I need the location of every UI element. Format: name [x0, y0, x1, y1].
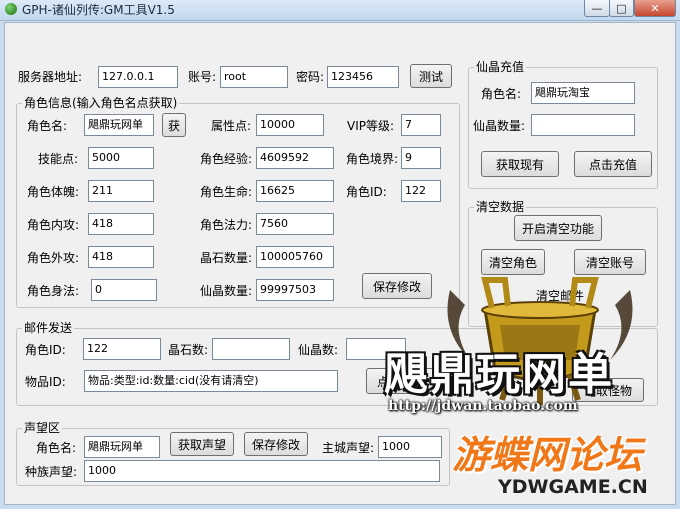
physique-label: 角色体魄:	[27, 185, 80, 199]
role-realm-input[interactable]: 9	[401, 147, 441, 169]
fetch-reputation-button[interactable]: 获取声望	[170, 432, 234, 456]
get-role-button[interactable]: 获	[162, 113, 186, 137]
role-exp-input[interactable]: 4609592	[256, 147, 334, 169]
xianjing-count-label: 仙晶数量:	[200, 284, 253, 298]
mail-group-title: 邮件发送	[22, 321, 75, 335]
recharge-button[interactable]: 点击充值	[574, 151, 652, 177]
url-watermark: http://jdwan.taobao.com	[388, 398, 578, 414]
xianjing-count-input[interactable]: 99997503	[256, 279, 334, 301]
clear-data-group-title: 清空数据	[474, 200, 527, 214]
minimize-button[interactable]: —	[584, 0, 610, 17]
physique-input[interactable]: 211	[88, 180, 154, 202]
mail-role-id-input[interactable]: 122	[83, 338, 161, 360]
role-mana-label: 角色法力:	[200, 218, 253, 232]
test-button[interactable]: 测试	[410, 64, 452, 88]
window-title: GPH-诸仙列传:GM工具V1.5	[22, 3, 175, 17]
role-info-group-title: 角色信息(输入角色名点获取)	[22, 96, 180, 110]
password-label: 密码:	[296, 70, 325, 84]
skill-points-input[interactable]: 5000	[88, 147, 154, 169]
maximize-button[interactable]: □	[609, 0, 634, 17]
recharge-amount-input[interactable]	[531, 114, 635, 136]
inner-attack-input[interactable]: 418	[88, 213, 154, 235]
role-realm-label: 角色境界:	[346, 152, 399, 166]
mail-crystal-label: 晶石数:	[168, 343, 209, 357]
mail-item-id-label: 物品ID:	[25, 375, 66, 389]
save-reputation-button[interactable]: 保存修改	[244, 432, 308, 456]
outer-attack-label: 角色外攻:	[27, 251, 80, 265]
fetch-xianjing-button[interactable]: 获取现有	[481, 151, 559, 177]
recharge-role-name-input[interactable]: 飓鼎玩淘宝	[531, 82, 635, 104]
reputation-role-name-input[interactable]: 飓鼎玩网单	[84, 436, 160, 458]
attribute-points-label: 属性点:	[211, 119, 252, 133]
outer-attack-input[interactable]: 418	[88, 246, 154, 268]
crystal-count-input[interactable]: 100005760	[256, 246, 334, 268]
mail-item-id-input[interactable]: 物品:类型:id:数量:cid(没有请清空)	[84, 370, 338, 392]
role-hp-input[interactable]: 16625	[256, 180, 334, 202]
city-reputation-label: 主城声望:	[322, 441, 375, 455]
role-hp-label: 角色生命:	[200, 185, 253, 199]
vip-level-input[interactable]: 7	[401, 114, 441, 136]
recharge-group-title: 仙晶充值	[474, 60, 527, 74]
brand-watermark: 飓鼎玩网单	[384, 349, 614, 400]
account-label: 账号:	[188, 70, 217, 84]
agility-label: 角色身法:	[27, 284, 80, 298]
race-reputation-input[interactable]: 1000	[84, 460, 440, 482]
forum-watermark: 游蝶网论坛	[452, 433, 643, 477]
role-exp-label: 角色经验:	[200, 152, 253, 166]
attribute-points-input[interactable]: 10000	[256, 114, 324, 136]
role-name-input[interactable]: 飓鼎玩网单	[84, 114, 154, 136]
reputation-role-name-label: 角色名:	[36, 441, 77, 455]
recharge-role-name-label: 角色名:	[481, 87, 522, 101]
role-id-input[interactable]: 122	[401, 180, 441, 202]
inner-attack-label: 角色内攻:	[27, 218, 80, 232]
server-address-input[interactable]: 127.0.0.1	[98, 66, 178, 88]
account-input[interactable]: root	[220, 66, 288, 88]
city-reputation-input[interactable]: 1000	[378, 436, 442, 458]
mail-role-id-label: 角色ID:	[25, 343, 66, 357]
skill-points-label: 技能点:	[38, 152, 79, 166]
role-id-label: 角色ID:	[346, 185, 387, 199]
race-reputation-label: 种族声望:	[25, 465, 78, 479]
mail-xianjing-label: 仙晶数:	[298, 343, 339, 357]
close-button[interactable]: ✕	[634, 0, 676, 17]
role-name-label: 角色名:	[27, 119, 68, 133]
save-role-button[interactable]: 保存修改	[362, 273, 432, 299]
enable-clear-button[interactable]: 开启清空功能	[514, 215, 602, 241]
reputation-group-title: 声望区	[22, 421, 63, 435]
site-watermark: YDWGAME.CN	[498, 476, 648, 498]
mail-crystal-input[interactable]	[212, 338, 290, 360]
crystal-count-label: 晶石数量:	[200, 251, 253, 265]
app-icon	[5, 3, 17, 15]
agility-input[interactable]: 0	[91, 279, 157, 301]
password-input[interactable]: 123456	[327, 66, 399, 88]
server-address-label: 服务器地址:	[18, 70, 83, 84]
vip-level-label: VIP等级:	[347, 119, 395, 133]
recharge-amount-label: 仙晶数量:	[473, 119, 526, 133]
role-mana-input[interactable]: 7560	[256, 213, 334, 235]
